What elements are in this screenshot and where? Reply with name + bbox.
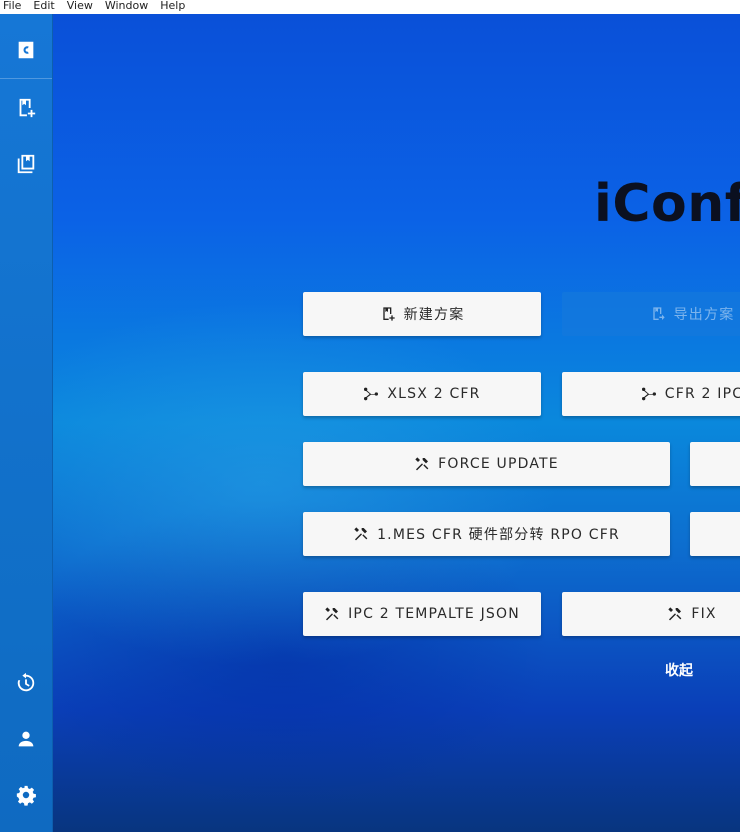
logo-c-icon	[18, 41, 34, 59]
sidebar-home-button[interactable]	[0, 27, 52, 73]
mes-cfr-label: 1.MES CFR 硬件部分转 RPO CFR	[377, 527, 620, 543]
tools-icon	[353, 526, 369, 542]
new-plan-button[interactable]: 新建方案	[303, 292, 541, 336]
new-book-icon	[19, 98, 36, 118]
mes-cfr-button[interactable]: 1.MES CFR 硬件部分转 RPO CFR	[303, 512, 670, 556]
export-plan-label: 导出方案	[673, 307, 735, 323]
settings-icon	[16, 785, 36, 806]
app-title: iConfig	[594, 174, 740, 234]
menu-window[interactable]: Window	[105, 0, 148, 14]
fix-button[interactable]: FIX	[562, 592, 740, 636]
convert-icon	[363, 386, 379, 402]
cfr-2-ipc-label: CFR 2 IPC	[664, 386, 740, 402]
collapse-link[interactable]: 收起	[665, 660, 693, 680]
tools-icon	[667, 606, 683, 622]
new-plan-label: 新建方案	[403, 307, 465, 323]
sidebar-history-button[interactable]	[0, 660, 52, 706]
ipc-template-json-label: IPC 2 TEMPALTE JSON	[348, 606, 520, 622]
force-update-label: FORCE UPDATE	[438, 456, 559, 472]
cfr-2-ipc-button[interactable]: CFR 2 IPC	[562, 372, 740, 416]
xlsx-2-cfr-button[interactable]: XLSX 2 CFR	[303, 372, 541, 416]
menu-edit[interactable]: Edit	[33, 0, 54, 14]
new-book-icon	[380, 306, 396, 322]
sidebar-new-plan-button[interactable]	[0, 85, 52, 131]
export-plan-button[interactable]: 导出方案	[562, 292, 740, 336]
sidebar	[0, 14, 53, 832]
main-panel: iConfig 新建方案 导出方案 XLSX 2 CFR CFR 2 IPC F…	[53, 14, 740, 832]
menu-help[interactable]: Help	[160, 0, 185, 14]
tools-icon	[324, 606, 340, 622]
sidebar-user-button[interactable]	[0, 716, 52, 762]
history-icon	[17, 672, 35, 692]
sidebar-settings-button[interactable]	[0, 772, 52, 818]
sidebar-library-button[interactable]	[0, 141, 52, 187]
partial-button-right-2[interactable]	[690, 512, 740, 556]
library-icon	[17, 154, 35, 174]
force-update-button[interactable]: FORCE UPDATE	[303, 442, 670, 486]
menu-view[interactable]: View	[67, 0, 93, 14]
partial-button-right-1[interactable]	[690, 442, 740, 486]
user-icon	[18, 731, 34, 747]
fix-label: FIX	[691, 606, 717, 622]
menu-bar: File Edit View Window Help	[0, 0, 740, 14]
convert-icon	[641, 386, 657, 402]
xlsx-2-cfr-label: XLSX 2 CFR	[387, 386, 481, 402]
tools-icon	[414, 456, 430, 472]
ipc-template-json-button[interactable]: IPC 2 TEMPALTE JSON	[303, 592, 541, 636]
export-book-icon	[650, 306, 666, 322]
menu-file[interactable]: File	[3, 0, 21, 14]
sidebar-divider	[0, 78, 52, 79]
